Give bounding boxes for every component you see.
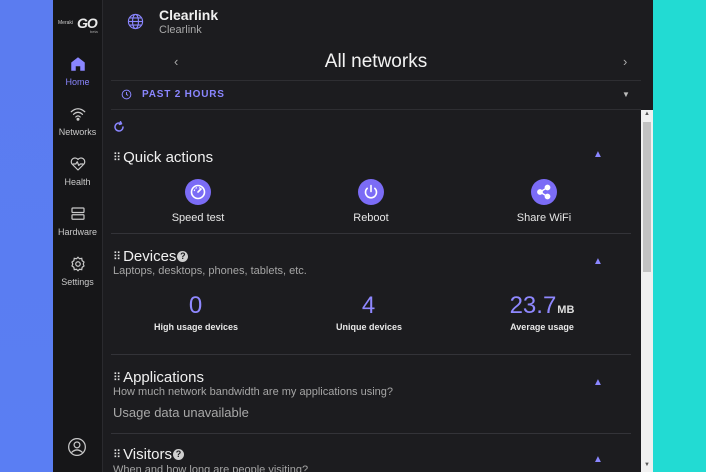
visitors-title-text: Visitors bbox=[123, 446, 172, 463]
collapse-chevron-icon[interactable]: ▲ bbox=[593, 454, 603, 465]
visitors-title: ⠿ Visitors? bbox=[113, 446, 184, 463]
content-scrollbar[interactable]: ▲ ▼ bbox=[641, 110, 653, 472]
stat-caption: Unique devices bbox=[335, 322, 403, 332]
stat-unit: MB bbox=[557, 304, 575, 316]
applications-status: Usage data unavailable bbox=[113, 405, 249, 420]
next-network-button[interactable]: › bbox=[623, 54, 627, 69]
network-header[interactable]: Clearlink Clearlink bbox=[111, 0, 653, 44]
dropdown-caret-icon: ▼ bbox=[622, 90, 630, 99]
collapse-chevron-icon[interactable]: ▲ bbox=[593, 256, 603, 267]
applications-title-text: Applications bbox=[123, 369, 204, 386]
scroll-down-arrow-icon[interactable]: ▼ bbox=[644, 462, 650, 468]
nav-label-hardware: Hardware bbox=[57, 227, 97, 237]
home-icon bbox=[70, 57, 85, 71]
devices-title: ⠿ Devices? bbox=[113, 248, 189, 265]
high-usage-devices-stat[interactable]: 0 High usage devices bbox=[111, 292, 281, 332]
devices-subtitle: Laptops, desktops, phones, tablets, etc. bbox=[113, 265, 307, 277]
desktop-background-right bbox=[653, 0, 706, 472]
stat-value: 4 bbox=[361, 292, 376, 319]
stat-value: 23.7 bbox=[509, 292, 557, 319]
nav-item-networks[interactable]: Networks bbox=[53, 105, 102, 149]
help-icon[interactable]: ? bbox=[172, 449, 184, 460]
devices-title-text: Devices bbox=[123, 248, 177, 265]
network-subtitle: Clearlink bbox=[159, 24, 202, 36]
power-icon bbox=[358, 179, 384, 205]
time-range-label: PAST 2 HOURS bbox=[142, 89, 225, 100]
stat-caption: Average usage bbox=[510, 322, 574, 332]
reboot-label: Reboot bbox=[353, 212, 389, 224]
network-name: Clearlink bbox=[159, 7, 219, 23]
app-window: Meraki GO beta Home Networks Health Hard… bbox=[53, 0, 653, 472]
nav-item-settings[interactable]: Settings bbox=[53, 255, 102, 299]
help-icon[interactable]: ? bbox=[177, 251, 189, 262]
nav-label-networks: Networks bbox=[58, 127, 97, 137]
nav-label-home: Home bbox=[65, 77, 90, 87]
drag-handle-icon[interactable]: ⠿ bbox=[113, 448, 121, 461]
reboot-button[interactable]: Reboot bbox=[316, 179, 426, 224]
meraki-go-logo: Meraki GO beta bbox=[57, 14, 99, 36]
unique-devices-stat[interactable]: 4 Unique devices bbox=[284, 292, 454, 332]
heart-pulse-icon bbox=[70, 157, 85, 171]
nav-item-health[interactable]: Health bbox=[53, 155, 102, 199]
drag-handle-icon[interactable]: ⠿ bbox=[113, 371, 121, 384]
speed-test-label: Speed test bbox=[171, 212, 225, 224]
scroll-up-arrow-icon[interactable]: ▲ bbox=[644, 111, 650, 117]
share-wifi-label: Share WiFi bbox=[516, 212, 572, 224]
speedometer-icon bbox=[185, 179, 211, 205]
logo-meraki-text: Meraki bbox=[58, 20, 74, 26]
applications-subtitle: How much network bandwidth are my applic… bbox=[113, 386, 394, 398]
nav-rail: Meraki GO beta Home Networks Health Hard… bbox=[53, 0, 103, 472]
applications-title: ⠿ Applications bbox=[113, 369, 204, 386]
account-icon[interactable] bbox=[67, 437, 87, 457]
network-switcher: ‹ All networks › bbox=[111, 44, 641, 81]
logo-beta-text: beta bbox=[90, 29, 98, 34]
drag-handle-icon[interactable]: ⠿ bbox=[113, 151, 121, 164]
drag-handle-icon[interactable]: ⠿ bbox=[113, 250, 121, 263]
collapse-chevron-icon[interactable]: ▲ bbox=[593, 149, 603, 160]
refresh-icon[interactable] bbox=[113, 121, 125, 133]
collapse-chevron-icon[interactable]: ▲ bbox=[593, 377, 603, 388]
average-usage-stat[interactable]: 23.7MB Average usage bbox=[457, 292, 627, 332]
nav-label-settings: Settings bbox=[61, 277, 94, 287]
page-title: All networks bbox=[324, 51, 428, 72]
quick-actions-title: ⠿ Quick actions bbox=[113, 149, 213, 166]
hardware-icon bbox=[70, 207, 85, 220]
share-icon bbox=[531, 179, 557, 205]
share-wifi-button[interactable]: Share WiFi bbox=[489, 179, 599, 224]
quick-actions-title-text: Quick actions bbox=[123, 149, 214, 166]
desktop-background-left bbox=[0, 0, 53, 472]
clock-icon bbox=[121, 89, 132, 100]
stat-value: 0 bbox=[188, 292, 203, 319]
stat-caption: High usage devices bbox=[153, 322, 239, 332]
globe-icon bbox=[127, 13, 144, 30]
nav-item-home[interactable]: Home bbox=[53, 55, 102, 99]
visitors-card: ⠿ Visitors? ▲ When and how long are peopl… bbox=[111, 434, 631, 472]
dashboard-content: ⠿ Quick actions ▲ Speed test Reboot Share… bbox=[111, 110, 633, 472]
speed-test-button[interactable]: Speed test bbox=[143, 179, 253, 224]
quick-actions-card: ⠿ Quick actions ▲ Speed test Reboot Share… bbox=[111, 143, 631, 234]
applications-card: ⠿ Applications ▲ How much network bandwid… bbox=[111, 355, 631, 434]
nav-label-health: Health bbox=[64, 177, 91, 187]
scrollbar-thumb[interactable] bbox=[643, 122, 651, 272]
devices-card: ⠿ Devices? ▲ Laptops, desktops, phones, t… bbox=[111, 234, 631, 355]
nav-item-hardware[interactable]: Hardware bbox=[53, 205, 102, 249]
wifi-icon bbox=[70, 108, 85, 121]
visitors-subtitle: When and how long are people visiting? bbox=[113, 464, 309, 472]
time-range-selector[interactable]: PAST 2 HOURS ▼ bbox=[111, 81, 641, 110]
gear-icon bbox=[70, 256, 85, 272]
